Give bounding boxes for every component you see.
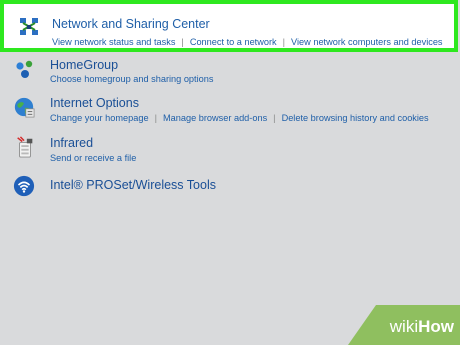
- watermark-wiki: wiki: [389, 317, 419, 336]
- connect-to-network-link[interactable]: Connect to a network: [190, 37, 277, 47]
- send-receive-file-link[interactable]: Send or receive a file: [50, 153, 136, 163]
- homegroup-item[interactable]: HomeGroup Choose homegroup and sharing o…: [0, 55, 460, 91]
- link-separator: |: [181, 37, 184, 47]
- homegroup-title[interactable]: HomeGroup: [50, 58, 118, 73]
- network-links: View network status and tasks | Connect to…: [52, 36, 443, 48]
- view-network-computers-link[interactable]: View network computers and devices: [291, 37, 443, 47]
- wikihow-watermark: wikiHow: [348, 305, 460, 345]
- network-sharing-center-title[interactable]: Network and Sharing Center: [52, 17, 210, 32]
- infrared-links: Send or receive a file: [50, 152, 136, 164]
- infrared-title[interactable]: Infrared: [50, 136, 93, 151]
- infrared-icon: [17, 136, 33, 158]
- delete-browsing-history-link[interactable]: Delete browsing history and cookies: [282, 113, 429, 123]
- internet-options-icon: [14, 97, 35, 118]
- watermark-corner: [348, 305, 376, 345]
- homegroup-links: Choose homegroup and sharing options: [50, 73, 213, 85]
- view-network-status-link[interactable]: View network status and tasks: [52, 37, 175, 47]
- link-separator: |: [282, 37, 286, 47]
- watermark-how: How: [418, 317, 454, 336]
- intel-wireless-icon: [13, 175, 35, 197]
- internet-options-item[interactable]: Internet Options Change your homepage | Ma…: [0, 94, 460, 130]
- watermark-text: wikiHow: [390, 317, 454, 337]
- internet-options-links: Change your homepage | Manage browser add-…: [50, 112, 429, 124]
- intel-wireless-item[interactable]: Intel® PROSet/Wireless Tools: [0, 174, 460, 204]
- internet-options-title[interactable]: Internet Options: [50, 96, 139, 111]
- link-separator: |: [154, 113, 157, 123]
- choose-homegroup-options-link[interactable]: Choose homegroup and sharing options: [50, 74, 213, 84]
- homegroup-icon: [16, 60, 33, 78]
- infrared-item[interactable]: Infrared Send or receive a file: [0, 134, 460, 170]
- network-sharing-center-item[interactable]: Network and Sharing Center View network …: [0, 0, 458, 52]
- link-separator: |: [273, 113, 276, 123]
- network-center-icon: [20, 18, 38, 35]
- change-homepage-link[interactable]: Change your homepage: [50, 113, 149, 123]
- intel-wireless-title[interactable]: Intel® PROSet/Wireless Tools: [50, 178, 216, 193]
- manage-add-ons-link[interactable]: Manage browser add-ons: [163, 113, 267, 123]
